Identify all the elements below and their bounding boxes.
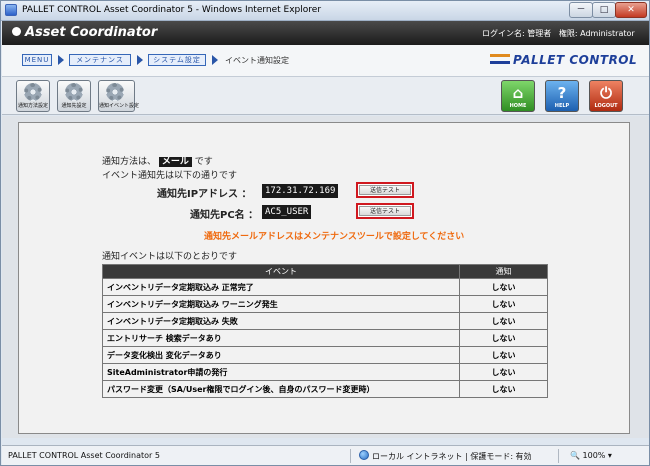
brand-name: PALLET CONTROL — [513, 53, 638, 67]
login-label: ログイン名: — [482, 29, 525, 38]
notify-dest-label: 通知先設定 — [61, 103, 87, 109]
breadcrumb-arrow-icon — [137, 55, 143, 65]
method-suffix: です — [194, 157, 213, 167]
logout-button[interactable]: ⏻ LOGOUT — [589, 80, 623, 112]
breadcrumb-current: イベント通知設定 — [225, 56, 289, 65]
auth-value: Administrator — [580, 29, 635, 38]
event-cell: SiteAdministrator申請の発行 — [102, 363, 460, 381]
dest-intro: イベント通知先は以下の通りです — [102, 171, 238, 181]
notify-cell: しない — [459, 278, 548, 296]
close-button[interactable]: ✕ — [615, 2, 647, 18]
table-row: エントリサーチ 検索データあり しない — [102, 329, 548, 347]
table-row: インベントリデータ定期取込み 正常完了 しない — [102, 278, 548, 296]
app-header: Asset Coordinator ログイン名: 管理者 権限: Adminis… — [2, 21, 649, 45]
gears-icon — [65, 83, 83, 101]
breadcrumb: MENU メンテナンス システム設定 イベント通知設定 PALLET CONTR… — [2, 45, 649, 77]
breadcrumb-arrow-icon — [58, 55, 64, 65]
logo-mark-icon — [12, 27, 21, 36]
notify-cell: しない — [459, 329, 548, 347]
event-cell: インベントリデータ定期取込み ワーニング発生 — [102, 295, 460, 313]
zoom-value: 100% — [582, 451, 606, 460]
title-bar: PALLET CONTROL Asset Coordinator 5 - Win… — [1, 1, 649, 21]
minimize-button[interactable]: － — [569, 2, 593, 18]
breadcrumb-menu[interactable]: MENU — [22, 54, 52, 66]
notify-cell: しない — [459, 346, 548, 364]
home-icon: ⌂ — [512, 84, 524, 102]
notify-event-label: 通知イベント設定 — [99, 103, 140, 109]
zone-text[interactable]: ローカル イントラネット | 保護モード: 有効 — [372, 451, 532, 462]
help-icon: ? — [557, 84, 567, 102]
pc-send-test-button[interactable]: 送信テスト — [356, 203, 414, 219]
event-cell: パスワード変更（SA/User権限でログイン後、自身のパスワード変更時） — [102, 380, 460, 398]
notify-dest-button[interactable]: 通知先設定 — [57, 80, 91, 112]
events-intro: 通知イベントは以下のとおりです — [102, 252, 238, 262]
globe-icon — [359, 450, 369, 460]
gears-icon — [106, 83, 124, 101]
status-separator — [558, 449, 559, 463]
pc-value: AC5_USER — [262, 205, 312, 219]
notify-method-button[interactable]: 通知方法設定 — [16, 80, 50, 112]
ie-icon — [5, 4, 17, 16]
window-title: PALLET CONTROL Asset Coordinator 5 - Win… — [22, 5, 322, 15]
event-cell: エントリサーチ 検索データあり — [102, 329, 460, 347]
method-prefix: 通知方法は、 — [102, 157, 157, 167]
method-value: メール — [158, 157, 192, 167]
breadcrumb-arrow-icon — [212, 55, 218, 65]
column-header-event: イベント — [102, 264, 460, 279]
notify-cell: しない — [459, 363, 548, 381]
notify-event-button[interactable]: 通知イベント設定 — [98, 80, 140, 112]
notify-cell: しない — [459, 295, 548, 313]
help-button[interactable]: ? HELP — [545, 80, 579, 112]
notify-method-label: 通知方法設定 — [17, 103, 48, 109]
help-label: HELP — [554, 103, 570, 109]
event-cell: インベントリデータ定期取込み 失敗 — [102, 312, 460, 330]
zoom-dropdown[interactable]: 🔍 100% ▾ — [570, 451, 612, 460]
column-header-notify: 通知 — [459, 264, 548, 279]
status-bar: PALLET CONTROL Asset Coordinator 5 ローカル … — [2, 445, 649, 465]
notify-cell: しない — [459, 380, 548, 398]
notify-cell: しない — [459, 312, 548, 330]
table-row: パスワード変更（SA/User権限でログイン後、自身のパスワード変更時） しない — [102, 380, 548, 398]
status-text: PALLET CONTROL Asset Coordinator 5 — [8, 451, 160, 460]
auth-label: 権限: — [558, 29, 578, 38]
brand-mark-icon — [490, 54, 510, 64]
table-row: インベントリデータ定期取込み 失敗 しない — [102, 312, 548, 330]
table-header-row: イベント 通知 — [102, 264, 548, 279]
logout-label: LOGOUT — [594, 103, 618, 109]
send-test-label: 送信テスト — [359, 206, 411, 216]
pc-label: 通知先PC名 ： — [190, 210, 259, 221]
table-row: インベントリデータ定期取込み ワーニング発生 しない — [102, 295, 548, 313]
event-cell: データ変化検出 変化データあり — [102, 346, 460, 364]
send-test-label: 送信テスト — [359, 185, 411, 195]
app-name: Asset Coordinator — [25, 25, 158, 40]
maximize-button[interactable]: □ — [592, 2, 616, 18]
brand-logo: PALLET CONTROL — [490, 53, 637, 67]
status-separator — [350, 449, 351, 463]
table-row: データ変化検出 変化データあり しない — [102, 346, 548, 364]
mail-note: 通知先メールアドレスはメンテナンスツールで設定してください — [204, 232, 465, 242]
browser-window: PALLET CONTROL Asset Coordinator 5 - Win… — [0, 0, 650, 466]
event-cell: インベントリデータ定期取込み 正常完了 — [102, 278, 460, 296]
ip-label: 通知先IPアドレス ： — [157, 189, 252, 200]
breadcrumb-system-settings[interactable]: システム設定 — [148, 54, 206, 66]
app-logo: Asset Coordinator — [12, 25, 157, 40]
home-label: HOME — [509, 103, 527, 109]
power-icon: ⏻ — [600, 84, 612, 102]
ip-value: 172.31.72.169 — [262, 184, 339, 198]
ip-send-test-button[interactable]: 送信テスト — [356, 182, 414, 198]
home-button[interactable]: ⌂ HOME — [501, 80, 535, 112]
table-row: SiteAdministrator申請の発行 しない — [102, 363, 548, 381]
gears-icon — [24, 83, 42, 101]
breadcrumb-maintenance[interactable]: メンテナンス — [69, 54, 131, 66]
login-name: 管理者 — [527, 29, 552, 38]
events-table: イベント 通知 インベントリデータ定期取込み 正常完了 しない インベントリデータ… — [102, 264, 548, 398]
method-line: 通知方法は、 メール です — [102, 154, 213, 167]
toolbar: 通知方法設定 通知先設定 通知イベント設定 ⌂ HOME ? HELP ⏻ LO… — [2, 77, 649, 115]
user-info: ログイン名: 管理者 権限: Administrator — [482, 28, 635, 39]
